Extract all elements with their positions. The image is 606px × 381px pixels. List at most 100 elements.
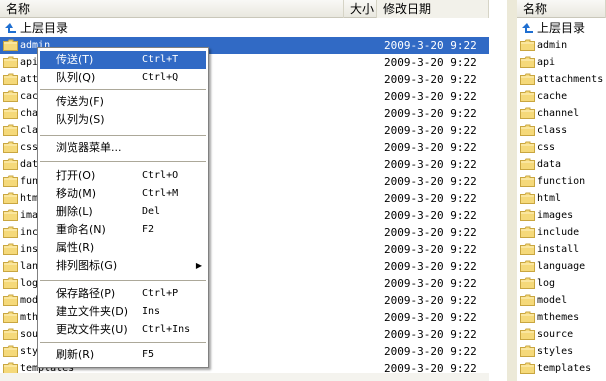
folder-icon — [3, 277, 18, 289]
right-file-row[interactable]: templates — [517, 360, 606, 377]
right-file-row[interactable]: cache — [517, 88, 606, 105]
file-date: 2009-3-20 9:22 — [384, 175, 477, 188]
right-file-name: api — [537, 57, 556, 68]
right-file-row[interactable]: images — [517, 207, 606, 224]
menu-item[interactable]: 排列图标(G) ▶ — [40, 257, 206, 275]
folder-icon — [520, 345, 535, 357]
file-date: 2009-3-20 9:22 — [384, 56, 477, 69]
folder-icon — [520, 209, 535, 221]
right-file-name: data — [537, 159, 562, 170]
menu-item[interactable]: 属性(R) — [40, 239, 206, 257]
folder-icon — [520, 73, 535, 85]
menu-item-label: 浏览器菜单... — [56, 141, 122, 154]
right-file-row[interactable]: class — [517, 122, 606, 139]
folder-icon — [3, 124, 18, 136]
menu-item[interactable]: 队列(Q) Ctrl+Q — [40, 69, 206, 87]
right-file-row[interactable]: channel — [517, 105, 606, 122]
menu-item[interactable]: 传送(T) Ctrl+T — [40, 51, 206, 69]
right-file-row[interactable]: install — [517, 241, 606, 258]
folder-icon — [3, 226, 18, 238]
right-file-row[interactable]: admin — [517, 37, 606, 54]
right-file-name: class — [537, 125, 568, 136]
file-date: 2009-3-20 9:22 — [384, 345, 477, 358]
right-file-row[interactable]: styles — [517, 343, 606, 360]
menu-item[interactable]: 移动(M) Ctrl+M — [40, 185, 206, 203]
menu-item-shortcut: Ins — [142, 306, 161, 317]
right-file-name: model — [537, 295, 568, 306]
folder-icon — [520, 362, 535, 374]
right-file-row[interactable]: html — [517, 190, 606, 207]
folder-icon — [3, 243, 18, 255]
right-file-row[interactable]: log — [517, 275, 606, 292]
right-file-name: language — [537, 261, 586, 272]
menu-item-label: 传送为(F) — [56, 95, 104, 108]
right-file-row[interactable]: source — [517, 326, 606, 343]
name-column-header[interactable]: 名称 — [0, 0, 344, 18]
menu-item[interactable]: 打开(O) Ctrl+O — [40, 167, 206, 185]
file-date: 2009-3-20 9:22 — [384, 124, 477, 137]
file-date: 2009-3-20 9:22 — [384, 328, 477, 341]
menu-item[interactable]: 更改文件夹(U) Ctrl+Ins — [40, 321, 206, 339]
right-up-directory-row[interactable]: 上层目录 — [517, 20, 606, 37]
folder-icon — [3, 192, 18, 204]
date-column-header[interactable]: 修改日期 — [377, 0, 489, 18]
menu-item[interactable]: 建立文件夹(D) Ins — [40, 303, 206, 321]
menu-item[interactable]: 队列为(S) — [40, 111, 206, 129]
size-column-header[interactable]: 大小 — [344, 0, 377, 18]
right-file-row[interactable]: include — [517, 224, 606, 241]
menu-item[interactable]: 传送为(F) — [40, 93, 206, 111]
right-name-column-label: 名称 — [523, 2, 548, 16]
menu-item-shortcut: Ctrl+M — [142, 188, 179, 199]
folder-icon — [3, 345, 18, 357]
menu-item[interactable]: 刷新(R) F5 — [40, 346, 206, 364]
folder-icon — [520, 124, 535, 136]
file-date: 2009-3-20 9:22 — [384, 107, 477, 120]
right-file-row[interactable]: css — [517, 139, 606, 156]
folder-icon — [520, 175, 535, 187]
right-file-name: function — [537, 176, 586, 187]
menu-item[interactable]: 浏览器菜单... — [40, 139, 206, 157]
file-date: 2009-3-20 9:22 — [384, 260, 477, 273]
left-horizontal-scrollbar[interactable] — [0, 373, 489, 381]
up-directory-row[interactable]: 上层目录 — [0, 20, 489, 37]
menu-item[interactable]: 保存路径(P) Ctrl+P — [40, 285, 206, 303]
menu-item-label: 队列为(S) — [56, 113, 105, 126]
menu-item-shortcut: Ctrl+O — [142, 170, 179, 181]
folder-icon — [520, 158, 535, 170]
menu-item-label: 更改文件夹(U) — [56, 323, 128, 336]
local-file-pane[interactable]: 名称 上层目录 admin api attachments cache channel c… — [517, 0, 606, 381]
right-file-name: log — [537, 278, 556, 289]
folder-icon — [520, 277, 535, 289]
menu-item-label: 移动(M) — [56, 187, 97, 200]
folder-icon — [3, 175, 18, 187]
menu-separator — [40, 161, 206, 162]
right-file-row[interactable]: api — [517, 54, 606, 71]
right-name-column-header[interactable]: 名称 — [517, 0, 606, 18]
right-file-row[interactable]: function — [517, 173, 606, 190]
folder-icon — [3, 311, 18, 323]
right-up-directory-label: 上层目录 — [537, 21, 586, 35]
right-file-row[interactable]: data — [517, 156, 606, 173]
right-file-name: styles — [537, 346, 574, 357]
right-file-name: cache — [537, 91, 568, 102]
menu-item[interactable]: 删除(L) Del — [40, 203, 206, 221]
name-column-label: 名称 — [6, 2, 31, 16]
right-file-row[interactable]: mthemes — [517, 309, 606, 326]
size-column-label: 大小 — [350, 2, 375, 16]
file-name: log — [20, 278, 39, 289]
menu-item-shortcut: Ctrl+Q — [142, 72, 179, 83]
context-menu: 传送(T) Ctrl+T 队列(Q) Ctrl+Q 传送为(F) 队列为(S) 浏览器菜单.… — [37, 47, 209, 368]
file-name: api — [20, 57, 39, 68]
menu-item[interactable]: 重命名(N) F2 — [40, 221, 206, 239]
file-date: 2009-3-20 9:22 — [384, 141, 477, 154]
folder-icon — [520, 294, 535, 306]
file-date: 2009-3-20 9:22 — [384, 294, 477, 307]
right-file-row[interactable]: attachments — [517, 71, 606, 88]
right-file-name: attachments — [537, 74, 604, 85]
right-file-row[interactable]: model — [517, 292, 606, 309]
right-file-row[interactable]: language — [517, 258, 606, 275]
folder-icon — [520, 141, 535, 153]
menu-item-shortcut: F5 — [142, 349, 155, 360]
folder-icon — [520, 56, 535, 68]
pane-splitter[interactable] — [507, 0, 517, 381]
